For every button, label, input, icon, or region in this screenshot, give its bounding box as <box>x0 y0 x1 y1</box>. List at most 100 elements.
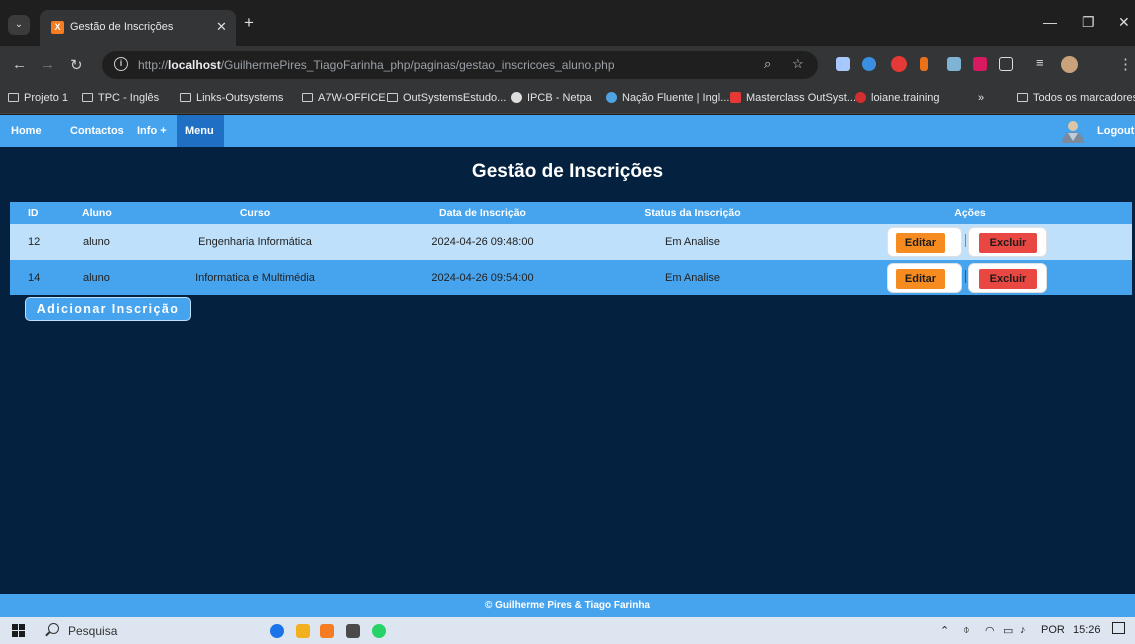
edit-button-box: Editar <box>887 227 962 257</box>
reload-icon[interactable]: ↻ <box>70 56 83 74</box>
cell-id: 12 <box>28 236 41 248</box>
nav-info[interactable]: Info + <box>137 125 167 137</box>
profile-avatar-icon[interactable] <box>1061 56 1078 73</box>
extension-orange-icon[interactable] <box>920 57 928 71</box>
header-curso: Curso <box>239 207 271 219</box>
action-separator <box>965 234 966 247</box>
web-page: Home Contactos Info + Menu Logout Gestão… <box>0 115 1135 617</box>
inscricoes-table: ID Aluno Curso Data de Inscrição Status … <box>10 202 1132 295</box>
pen-icon[interactable]: ⌽ <box>963 624 970 637</box>
cell-id: 14 <box>28 271 41 284</box>
new-tab-icon[interactable]: + <box>244 13 254 33</box>
bookmark-folder-projeto1[interactable]: Projeto 1 <box>8 92 68 104</box>
browser-toolbar: ← → ↻ i http://localhost/GuilhermePires_… <box>0 46 1135 84</box>
bookmark-masterclass-outsystems[interactable]: Masterclass OutSyst... <box>730 92 856 104</box>
opera-extension-icon[interactable] <box>891 56 907 72</box>
action-separator <box>965 270 966 283</box>
language-indicator[interactable]: POR <box>1041 624 1065 636</box>
extension-doc-icon[interactable] <box>836 57 850 71</box>
header-data: Data de Inscrição <box>439 207 526 219</box>
bookmark-folder-a7w-office[interactable]: A7W-OFFICE <box>302 92 386 104</box>
edit-button[interactable]: Editar <box>896 233 945 253</box>
forward-icon[interactable]: → <box>40 56 55 73</box>
tab-search-button[interactable]: ⌄ <box>8 15 30 35</box>
delete-button-box: Excluir <box>968 263 1047 293</box>
header-id: ID <box>28 207 39 219</box>
add-inscricao-button[interactable]: Adicionar Inscrição <box>25 297 191 321</box>
user-avatar-icon <box>1062 121 1084 143</box>
bookmark-loiane-training[interactable]: loiane.training <box>855 92 940 104</box>
bookmark-nacao-fluente[interactable]: Nação Fluente | Ingl... <box>606 92 729 104</box>
bookmark-folder-todos-marcadores[interactable]: Todos os marcadores <box>1017 92 1135 104</box>
bookmark-folder-links-outsystems[interactable]: Links-Outsystems <box>180 92 283 104</box>
page-title: Gestão de Inscrições <box>471 161 664 182</box>
search-icon <box>48 623 59 634</box>
site-info-icon[interactable]: i <box>114 57 128 71</box>
clock[interactable]: 15:26 <box>1073 624 1101 636</box>
taskbar-search[interactable]: Pesquisa <box>40 617 240 644</box>
logout-link[interactable]: Logout <box>1097 125 1134 137</box>
outsystems-icon <box>730 92 741 103</box>
angular-icon <box>855 92 866 103</box>
header-aluno: Aluno <box>82 207 112 219</box>
browser-tab-bar: ⌄ X Gestão de Inscrições ✕ + — ❐ ✕ <box>0 0 1135 46</box>
browser-tab[interactable]: X Gestão de Inscrições ✕ <box>40 10 236 46</box>
close-tab-icon[interactable]: ✕ <box>216 19 227 35</box>
delete-button[interactable]: Excluir <box>979 269 1037 289</box>
folder-icon <box>1017 93 1028 102</box>
folder-icon <box>387 93 398 102</box>
bookmark-star-icon[interactable]: ☆ <box>792 56 804 72</box>
nav-contactos[interactable]: Contactos <box>70 125 124 137</box>
delete-button[interactable]: Excluir <box>979 233 1037 253</box>
nav-menu[interactable]: Menu <box>177 115 224 147</box>
xampp-favicon-icon: X <box>51 21 64 34</box>
chrome-taskbar-icon[interactable] <box>270 624 284 638</box>
edit-button[interactable]: Editar <box>896 269 945 289</box>
nacao-fluente-icon <box>606 92 617 103</box>
extensions-puzzle-icon[interactable] <box>999 57 1013 71</box>
bookmarks-bar: Projeto 1 TPC - Inglês Links-Outsystems … <box>0 84 1135 114</box>
browser-menu-icon[interactable]: ⋮ <box>1118 55 1133 73</box>
whatsapp-taskbar-icon[interactable] <box>372 624 386 638</box>
close-window-icon[interactable]: ✕ <box>1118 14 1130 31</box>
battery-icon[interactable]: ▭ <box>1003 624 1013 637</box>
windows-taskbar: Pesquisa ⌃ ⌽ ◠ ▭ ♪ POR 15:26 <box>0 617 1135 644</box>
folder-icon <box>302 93 313 102</box>
bookmark-folder-outsystems-estudo[interactable]: OutSystemsEstudo... <box>387 92 506 104</box>
windows-start-icon[interactable] <box>12 624 25 637</box>
address-bar[interactable]: i http://localhost/GuilhermePires_TiagoF… <box>102 51 818 79</box>
bookmarks-overflow[interactable]: » <box>978 92 984 104</box>
extension-pink-icon[interactable] <box>973 57 987 71</box>
terminal-taskbar-icon[interactable] <box>346 624 360 638</box>
file-explorer-icon[interactable] <box>296 624 310 638</box>
notifications-icon[interactable] <box>1112 622 1125 634</box>
header-status: Status da Inscrição <box>644 207 741 219</box>
extension-grey-icon[interactable] <box>947 57 961 71</box>
cell-status: Em Analise <box>664 236 721 248</box>
table-row: 12 aluno Engenharia Informática 2024-04-… <box>10 224 1132 260</box>
back-icon[interactable]: ← <box>12 56 27 73</box>
zoom-icon[interactable]: ⌕ <box>764 56 771 72</box>
page-footer: © Guilherme Pires & Tiago Farinha <box>0 594 1135 617</box>
tab-title: Gestão de Inscrições <box>70 21 174 33</box>
site-navbar: Home Contactos Info + Menu Logout <box>0 115 1135 147</box>
folder-icon <box>8 93 19 102</box>
cell-curso: Informatica e Multimédia <box>195 271 315 284</box>
folder-icon <box>82 93 93 102</box>
wifi-icon[interactable]: ◠ <box>985 624 995 637</box>
extension-blue-icon[interactable] <box>862 57 876 71</box>
bookmark-folder-tpc-ingles[interactable]: TPC - Inglês <box>82 92 159 104</box>
reading-list-icon[interactable]: ≡ <box>1036 55 1050 70</box>
header-acoes: Ações <box>954 207 986 219</box>
minimize-icon[interactable]: — <box>1043 14 1057 30</box>
cell-data: 2024-04-26 09:48:00 <box>431 236 534 248</box>
taskbar-search-label: Pesquisa <box>68 624 118 638</box>
cell-aluno: aluno <box>83 271 110 284</box>
nav-home[interactable]: Home <box>11 125 42 137</box>
volume-icon[interactable]: ♪ <box>1020 624 1026 636</box>
restore-icon[interactable]: ❐ <box>1082 14 1095 31</box>
ipcb-icon <box>511 92 522 103</box>
bookmark-ipcb-netpa[interactable]: IPCB - Netpa <box>511 92 592 104</box>
xampp-taskbar-icon[interactable] <box>320 624 334 638</box>
tray-chevron-up-icon[interactable]: ⌃ <box>940 624 949 637</box>
